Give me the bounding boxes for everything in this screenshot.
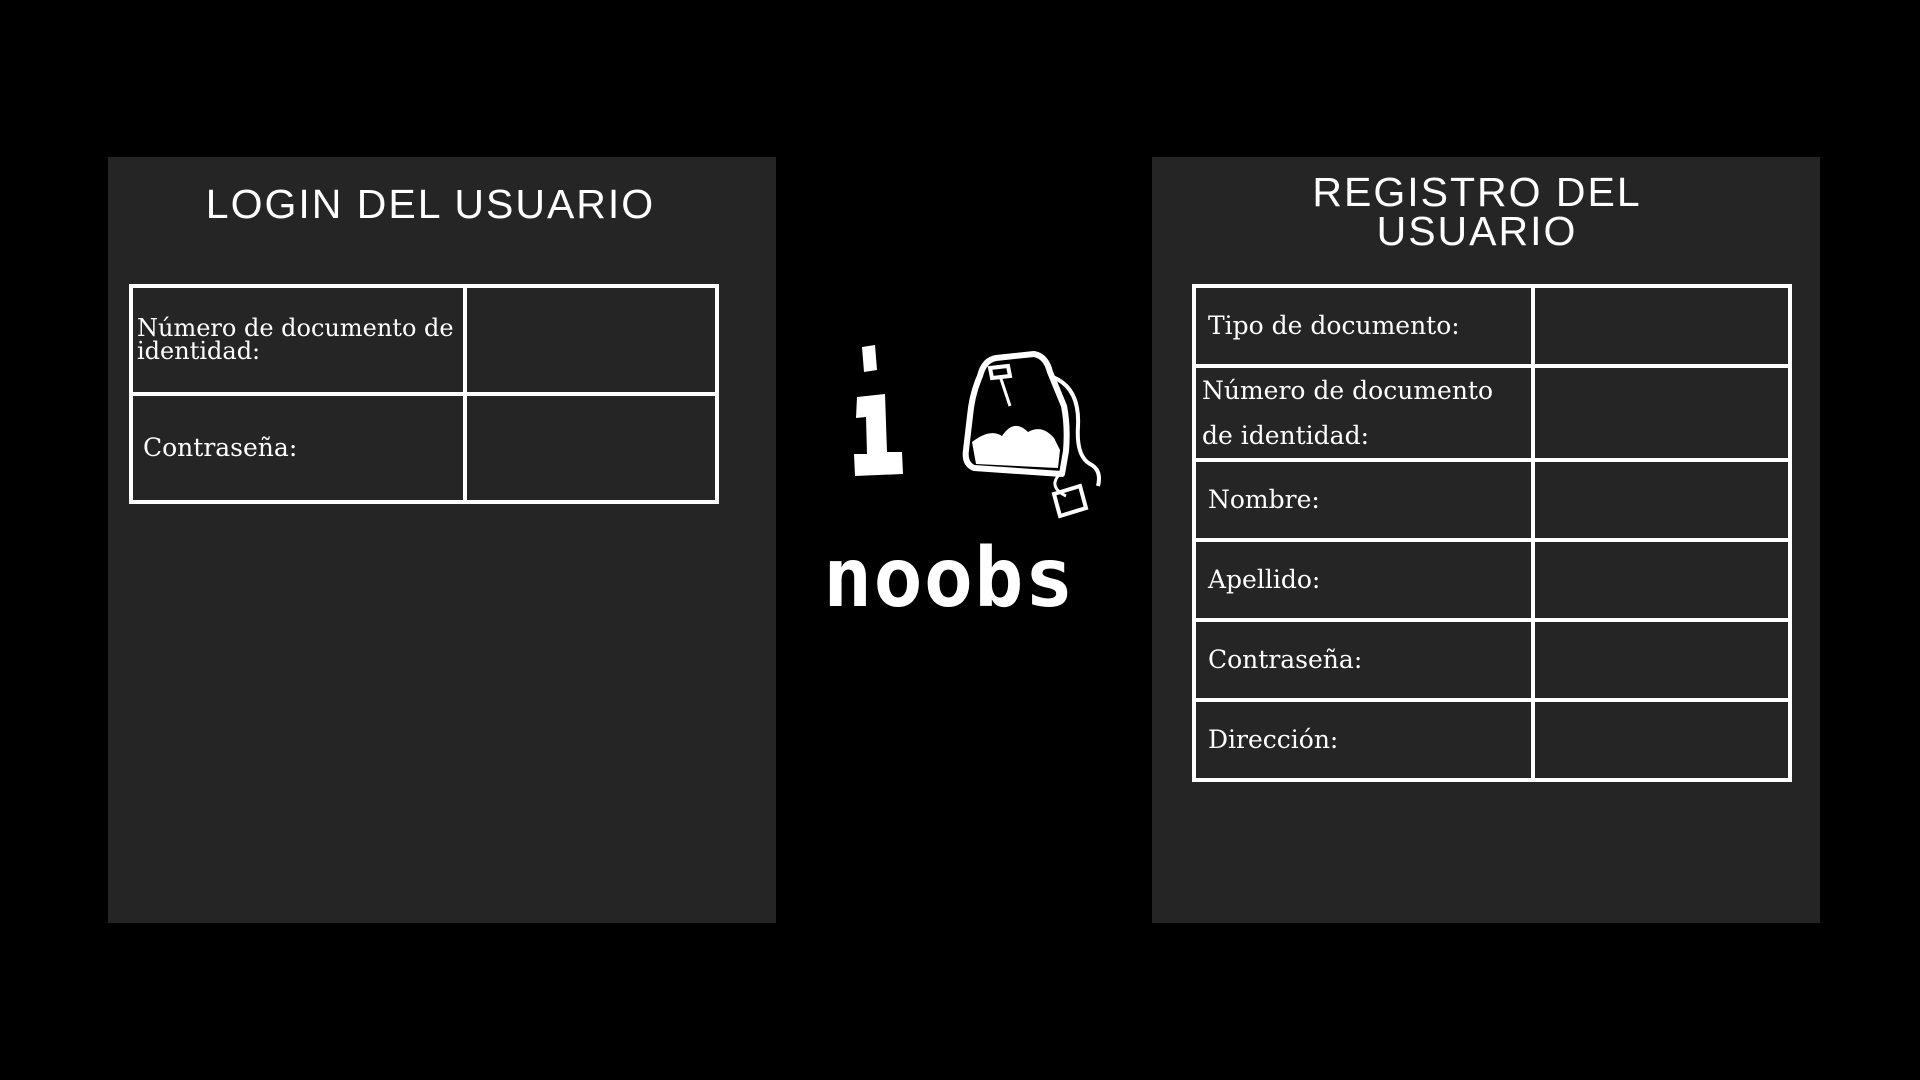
login-document-label: Número de documento de identidad: [137, 314, 454, 365]
login-document-input[interactable] [463, 284, 719, 396]
login-form-table: Número de documento de identidad: Contra… [129, 284, 719, 504]
login-panel: LOGIN DEL USUARIO Número de documento de… [108, 157, 776, 923]
teabag-icon [962, 351, 1101, 519]
login-title: LOGIN DEL USUARIO [205, 181, 656, 227]
registro-nombre-label-cell: Nombre: [1192, 458, 1535, 542]
registro-numero-documento-input[interactable] [1531, 364, 1792, 462]
noobs-logo: noobs [815, 330, 1125, 640]
registro-row-nombre: Nombre: [1192, 458, 1792, 542]
registro-tipo-documento-label-cell: Tipo de documento: [1192, 284, 1535, 368]
login-password-label-cell: Contraseña: [129, 392, 467, 504]
registro-form-table: Tipo de documento: Número de documento d… [1192, 284, 1792, 782]
registro-title-line2: USUARIO [1376, 208, 1578, 254]
login-document-label-cell: Número de documento de identidad: [129, 284, 467, 396]
login-password-label: Contraseña: [143, 433, 298, 462]
login-row-password: Contraseña: [129, 392, 719, 504]
registro-row-tipo-documento: Tipo de documento: [1192, 284, 1792, 368]
registro-numero-documento-label: Número de documento de identidad: [1202, 376, 1494, 450]
registro-panel: REGISTRO DEL USUARIO Tipo de documento: … [1152, 157, 1820, 923]
registro-contrasena-label-cell: Contraseña: [1192, 618, 1535, 702]
registro-row-direccion: Dirección: [1192, 698, 1792, 782]
registro-apellido-label: Apellido: [1208, 565, 1321, 594]
login-password-input[interactable] [463, 392, 719, 504]
registro-nombre-label: Nombre: [1208, 485, 1320, 514]
registro-contrasena-label: Contraseña: [1208, 645, 1363, 674]
login-row-document: Número de documento de identidad: [129, 284, 719, 396]
registro-tipo-documento-input[interactable] [1531, 284, 1792, 368]
registro-direccion-input[interactable] [1531, 698, 1792, 782]
registro-row-contrasena: Contraseña: [1192, 618, 1792, 702]
registro-row-numero-documento: Número de documento de identidad: [1192, 364, 1792, 462]
registro-title: REGISTRO DEL USUARIO [1152, 172, 1802, 254]
registro-apellido-label-cell: Apellido: [1192, 538, 1535, 622]
registro-row-apellido: Apellido: [1192, 538, 1792, 622]
noobs-text: noobs [823, 531, 1075, 626]
registro-numero-documento-label-cell: Número de documento de identidad: [1192, 364, 1535, 462]
letter-i-glyph [854, 345, 903, 476]
registro-tipo-documento-label: Tipo de documento: [1208, 311, 1460, 340]
registro-direccion-label-cell: Dirección: [1192, 698, 1535, 782]
registro-contrasena-input[interactable] [1531, 618, 1792, 702]
registro-nombre-input[interactable] [1531, 458, 1792, 542]
registro-direccion-label: Dirección: [1208, 725, 1339, 754]
registro-apellido-input[interactable] [1531, 538, 1792, 622]
